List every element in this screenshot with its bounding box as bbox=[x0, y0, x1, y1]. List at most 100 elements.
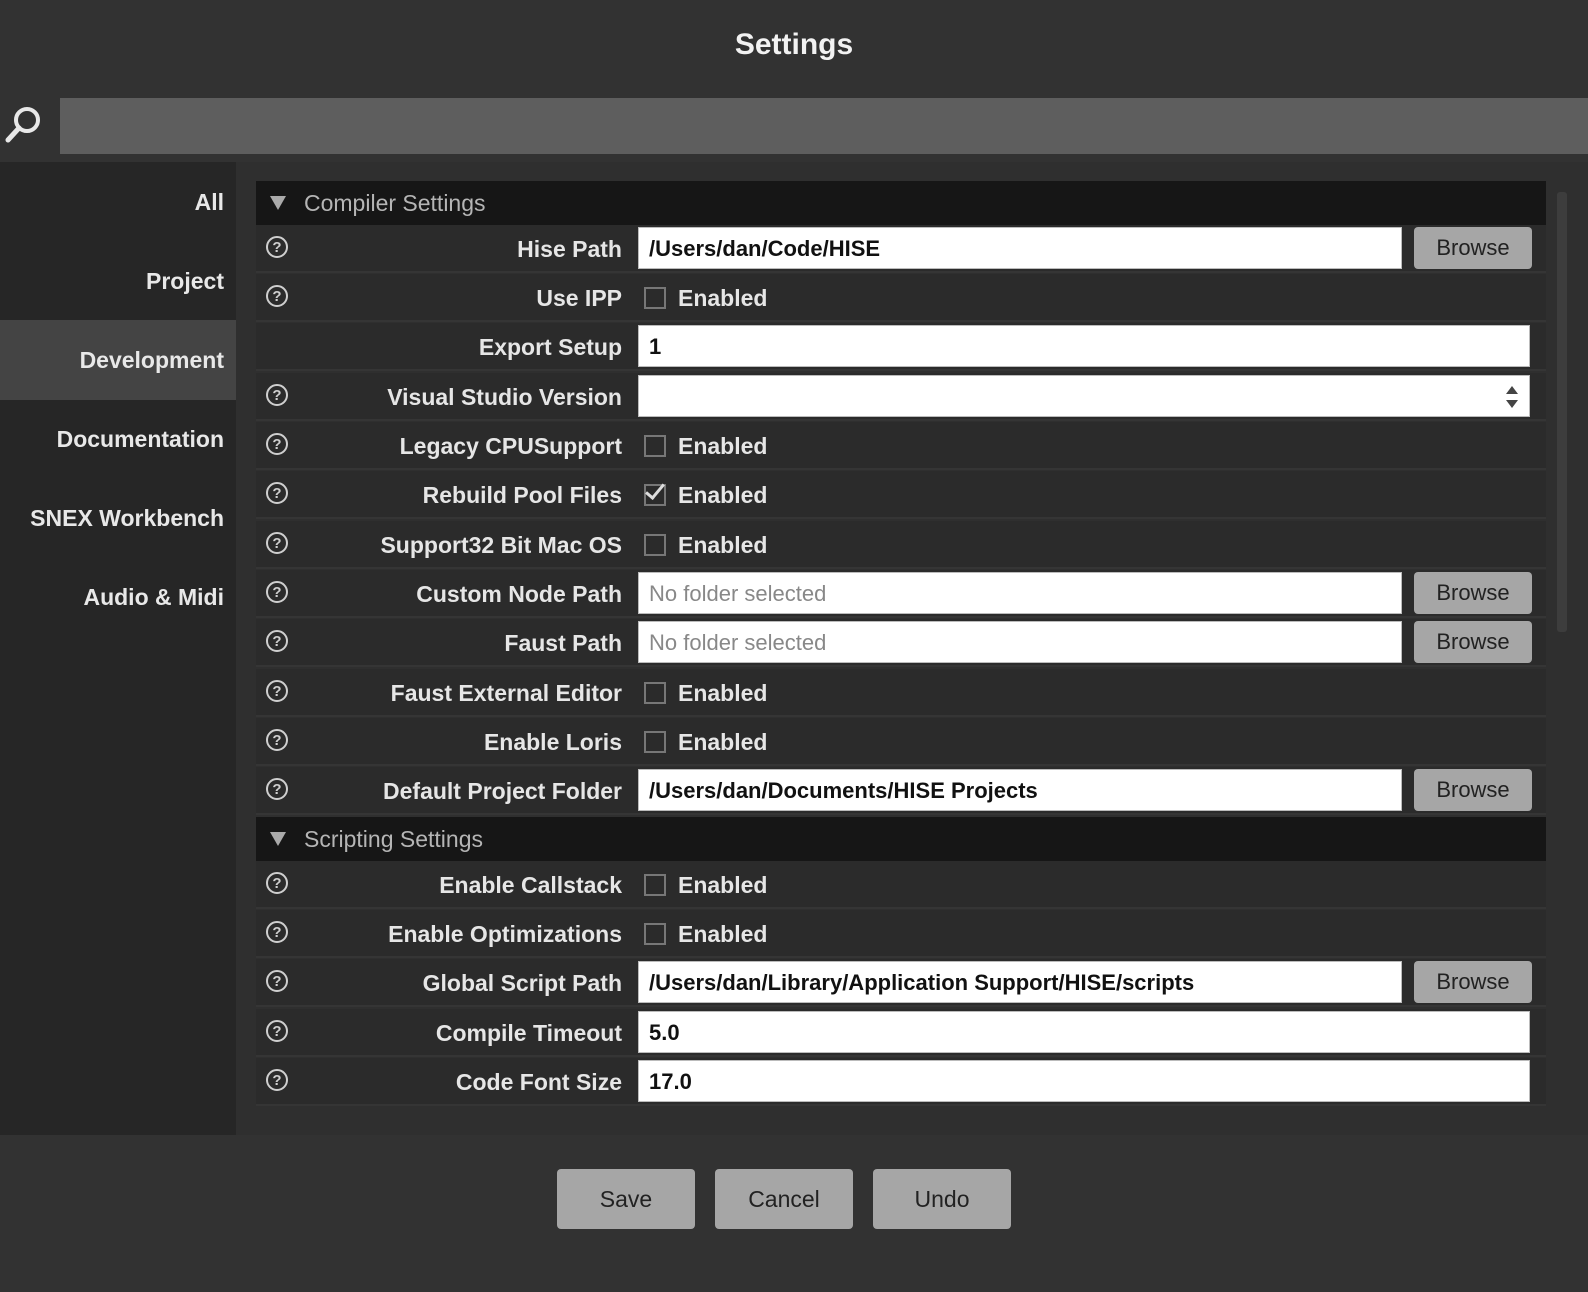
setting-row-default-project-folder: ? Default Project Folder /Users/dan/Docu… bbox=[256, 767, 1546, 815]
setting-label: Faust Path bbox=[504, 630, 622, 656]
export-setup-field[interactable]: 1 bbox=[638, 325, 1530, 367]
search-icon bbox=[5, 107, 40, 143]
scrollbar[interactable] bbox=[1557, 192, 1567, 632]
updown-arrows-icon bbox=[1506, 386, 1518, 408]
setting-row-faust-path: ? Faust Path No folder selected Browse bbox=[256, 619, 1546, 667]
help-icon[interactable]: ? bbox=[266, 921, 288, 943]
browse-button[interactable]: Browse bbox=[1414, 227, 1532, 269]
section-scripting-settings[interactable]: Scripting Settings bbox=[256, 817, 1546, 861]
checkbox-label: Enabled bbox=[678, 433, 768, 459]
help-icon[interactable]: ? bbox=[266, 482, 288, 504]
undo-button[interactable]: Undo bbox=[873, 1169, 1011, 1229]
browse-button[interactable]: Browse bbox=[1414, 621, 1532, 663]
setting-row-global-script-path: ? Global Script Path /Users/dan/Library/… bbox=[256, 959, 1546, 1007]
visual-studio-version-select[interactable] bbox=[638, 375, 1530, 417]
setting-row-enable-callstack: ? Enable Callstack Enabled bbox=[256, 861, 1546, 909]
setting-row-enable-optimizations: ? Enable Optimizations Enabled bbox=[256, 910, 1546, 958]
cancel-button[interactable]: Cancel bbox=[715, 1169, 853, 1229]
global-script-path-field[interactable]: /Users/dan/Library/Application Support/H… bbox=[638, 961, 1402, 1003]
setting-label: Custom Node Path bbox=[416, 581, 622, 607]
setting-row-compile-timeout: ? Compile Timeout 5.0 bbox=[256, 1009, 1546, 1057]
setting-row-hise-path: ? Hise Path /Users/dan/Code/HISE Browse bbox=[256, 225, 1546, 273]
rebuild-pool-files-checkbox[interactable] bbox=[644, 484, 666, 506]
setting-label: Compile Timeout bbox=[435, 1020, 622, 1046]
setting-row-use-ipp: ? Use IPP Enabled bbox=[256, 274, 1546, 322]
use-ipp-checkbox[interactable] bbox=[644, 287, 666, 309]
legacy-cpu-support-checkbox[interactable] bbox=[644, 435, 666, 457]
checkbox-label: Enabled bbox=[678, 532, 768, 558]
help-icon[interactable]: ? bbox=[266, 384, 288, 406]
setting-label: Hise Path bbox=[517, 236, 622, 262]
faust-path-field[interactable]: No folder selected bbox=[638, 621, 1402, 663]
help-icon[interactable]: ? bbox=[266, 1020, 288, 1042]
setting-label: Enable Loris bbox=[483, 729, 622, 755]
help-icon[interactable]: ? bbox=[266, 1069, 288, 1091]
dialog-title: Settings bbox=[734, 28, 854, 61]
setting-row-legacy-cpu-support: ? Legacy CPUSupport Enabled bbox=[256, 422, 1546, 470]
faust-external-editor-checkbox[interactable] bbox=[644, 682, 666, 704]
setting-label: Use IPP bbox=[536, 285, 622, 311]
checkbox-label: Enabled bbox=[678, 482, 768, 508]
help-icon[interactable]: ? bbox=[266, 236, 288, 258]
help-icon[interactable]: ? bbox=[266, 872, 288, 894]
setting-row-enable-loris: ? Enable Loris Enabled bbox=[256, 718, 1546, 766]
default-project-folder-field[interactable]: /Users/dan/Documents/HISE Projects bbox=[638, 769, 1402, 811]
hise-path-field[interactable]: /Users/dan/Code/HISE bbox=[638, 227, 1402, 269]
collapse-triangle-icon bbox=[270, 832, 286, 846]
section-compiler-settings[interactable]: Compiler Settings bbox=[256, 181, 1546, 225]
enable-loris-checkbox[interactable] bbox=[644, 731, 666, 753]
help-icon[interactable]: ? bbox=[266, 433, 288, 455]
checkbox-label: Enabled bbox=[678, 680, 768, 706]
help-icon[interactable]: ? bbox=[266, 680, 288, 702]
setting-row-support32-bit-mac-os: ? Support32 Bit Mac OS Enabled bbox=[256, 521, 1546, 569]
sidebar-item-all[interactable]: All bbox=[0, 162, 236, 242]
setting-label: Default Project Folder bbox=[383, 778, 622, 804]
setting-row-faust-external-editor: ? Faust External Editor Enabled bbox=[256, 669, 1546, 717]
collapse-triangle-icon bbox=[270, 196, 286, 210]
help-icon[interactable]: ? bbox=[266, 778, 288, 800]
setting-label: Export Setup bbox=[478, 334, 622, 360]
help-icon[interactable]: ? bbox=[266, 729, 288, 751]
checkbox-label: Enabled bbox=[678, 285, 768, 311]
sidebar-item-documentation[interactable]: Documentation bbox=[0, 399, 236, 479]
sidebar-item-snex-workbench[interactable]: SNEX Workbench bbox=[0, 478, 236, 558]
help-icon[interactable]: ? bbox=[266, 532, 288, 554]
help-icon[interactable]: ? bbox=[266, 581, 288, 603]
search-input[interactable] bbox=[60, 98, 1588, 154]
enable-callstack-checkbox[interactable] bbox=[644, 874, 666, 896]
setting-row-custom-node-path: ? Custom Node Path No folder selected Br… bbox=[256, 570, 1546, 618]
sidebar: All Project Development Documentation SN… bbox=[0, 162, 236, 1135]
setting-label: Faust External Editor bbox=[390, 680, 622, 706]
setting-label: Visual Studio Version bbox=[387, 384, 622, 410]
section-title: Scripting Settings bbox=[304, 825, 483, 852]
support32-bit-checkbox[interactable] bbox=[644, 534, 666, 556]
help-icon[interactable]: ? bbox=[266, 285, 288, 307]
setting-label: Support32 Bit Mac OS bbox=[380, 532, 622, 558]
sidebar-item-audio-midi[interactable]: Audio & Midi bbox=[0, 557, 236, 637]
browse-button[interactable]: Browse bbox=[1414, 961, 1532, 1003]
save-button[interactable]: Save bbox=[557, 1169, 695, 1229]
sidebar-item-development[interactable]: Development bbox=[0, 320, 236, 400]
checkbox-label: Enabled bbox=[678, 729, 768, 755]
browse-button[interactable]: Browse bbox=[1414, 572, 1532, 614]
enable-optimizations-checkbox[interactable] bbox=[644, 923, 666, 945]
custom-node-path-field[interactable]: No folder selected bbox=[638, 572, 1402, 614]
setting-label: Global Script Path bbox=[422, 970, 622, 996]
help-icon[interactable]: ? bbox=[266, 630, 288, 652]
checkbox-label: Enabled bbox=[678, 921, 768, 947]
code-font-size-field[interactable]: 17.0 bbox=[638, 1060, 1530, 1102]
setting-label: Enable Callstack bbox=[439, 872, 622, 898]
setting-label: Code Font Size bbox=[455, 1069, 622, 1095]
setting-row-rebuild-pool-files: ? Rebuild Pool Files Enabled bbox=[256, 471, 1546, 519]
setting-row-export-setup: Export Setup 1 bbox=[256, 323, 1546, 371]
compile-timeout-field[interactable]: 5.0 bbox=[638, 1011, 1530, 1053]
setting-label: Rebuild Pool Files bbox=[422, 482, 622, 508]
sidebar-item-project[interactable]: Project bbox=[0, 241, 236, 321]
help-icon[interactable]: ? bbox=[266, 970, 288, 992]
setting-label: Legacy CPUSupport bbox=[399, 433, 622, 459]
browse-button[interactable]: Browse bbox=[1414, 769, 1532, 811]
checkbox-label: Enabled bbox=[678, 872, 768, 898]
setting-row-code-font-size: ? Code Font Size 17.0 bbox=[256, 1058, 1546, 1106]
section-title: Compiler Settings bbox=[304, 189, 486, 216]
setting-label: Enable Optimizations bbox=[388, 921, 622, 947]
